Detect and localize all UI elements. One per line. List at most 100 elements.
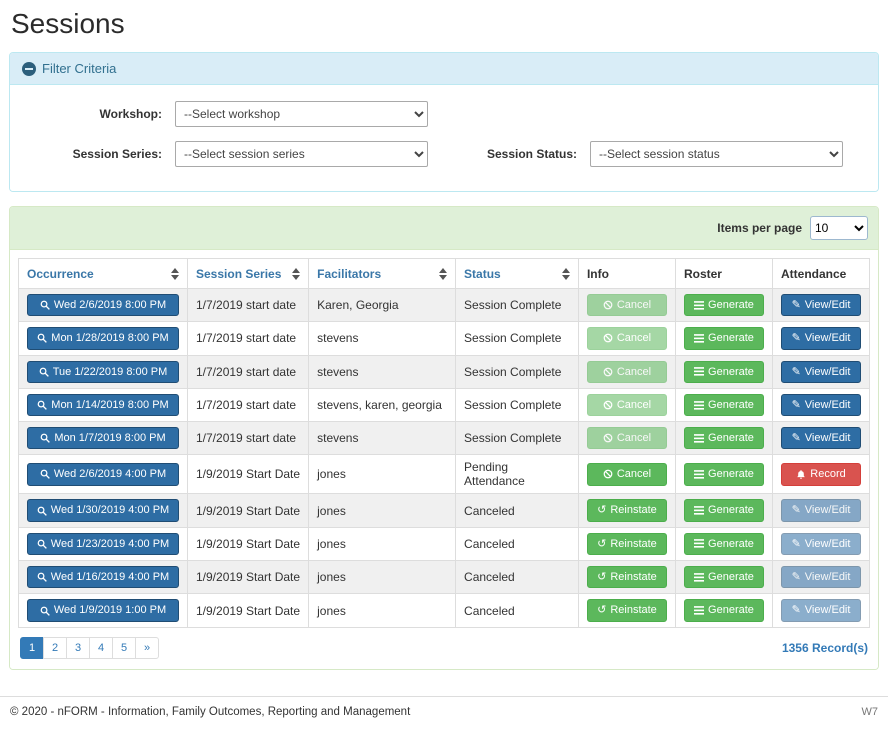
info-button[interactable]: ↺ Cancel [587,394,667,416]
info-button[interactable]: ↺ Cancel [587,361,667,383]
session-status-select[interactable]: --Select session status [590,141,843,167]
info-button[interactable]: ↺ Reinstate [587,533,667,555]
occurrence-button[interactable]: Wed 1/30/2019 4:00 PM [27,499,179,521]
status-cell: Pending Attendance [456,455,579,494]
table-row: Wed 1/9/2019 1:00 PM 1/9/2019 Start Date… [19,594,870,627]
roster-generate-button[interactable]: Generate [684,394,764,416]
occurrence-button[interactable]: Wed 1/16/2019 4:00 PM [27,566,179,588]
info-button[interactable]: ↺ Cancel [587,327,667,349]
occurrence-button[interactable]: Mon 1/14/2019 8:00 PM [27,394,179,416]
page-link-next[interactable]: » [135,637,159,659]
session-series-cell: 1/7/2019 start date [188,289,309,322]
info-label: Reinstate [610,537,656,551]
occurrence-button[interactable]: Wed 2/6/2019 8:00 PM [27,294,179,316]
session-series-cell: 1/9/2019 Start Date [188,494,309,527]
column-header-facilitators[interactable]: Facilitators [309,259,456,289]
roster-generate-button[interactable]: Generate [684,361,764,383]
roster-generate-button[interactable]: Generate [684,294,764,316]
search-icon [37,400,47,410]
page-link-2[interactable]: 2 [43,637,67,659]
occurrence-button[interactable]: Wed 1/9/2019 1:00 PM [27,599,179,621]
column-header-occurrence[interactable]: Occurrence [19,259,188,289]
status-cell: Canceled [456,527,579,560]
site-footer: © 2020 - nFORM - Information, Family Out… [0,696,888,730]
collapse-icon[interactable] [22,62,36,76]
page-link-5[interactable]: 5 [112,637,136,659]
roster-generate-button[interactable]: Generate [684,327,764,349]
ban-icon [603,300,613,310]
column-header-status[interactable]: Status [456,259,579,289]
list-icon [694,539,704,548]
info-label: Cancel [617,298,651,312]
info-button[interactable]: ↺ Reinstate [587,499,667,521]
roster-generate-button[interactable]: Generate [684,427,764,449]
table-footer: 1 2 3 4 5 » 1356 Record(s) [18,637,870,659]
sort-icon[interactable] [562,268,570,280]
attendance-button[interactable]: ✎ View/Edit [781,394,861,416]
page-link-1[interactable]: 1 [20,637,44,659]
roster-generate-button[interactable]: Generate [684,463,764,485]
facilitators-cell: jones [309,594,456,627]
session-series-select[interactable]: --Select session series [175,141,428,167]
workshop-select[interactable]: --Select workshop [175,101,428,127]
items-per-page-select[interactable]: 10 [810,216,868,240]
info-button[interactable]: ↺ Reinstate [587,599,667,621]
status-cell: Session Complete [456,289,579,322]
records-count: 1356 Record(s) [782,641,868,655]
list-icon [694,606,704,615]
attendance-label: View/Edit [805,298,851,312]
roster-label: Generate [708,467,754,481]
items-per-page-label: Items per page [717,221,802,235]
info-button[interactable]: ↺ Cancel [587,294,667,316]
pencil-icon: ✎ [792,570,801,584]
attendance-button[interactable]: ✎ View/Edit [781,361,861,383]
workshop-label: Workshop: [25,107,175,121]
facilitators-cell: jones [309,561,456,594]
page-title: Sessions [11,8,879,40]
search-icon [37,572,47,582]
info-button[interactable]: ↺ Reinstate [587,566,667,588]
pencil-icon: ✎ [792,298,801,312]
status-cell: Session Complete [456,422,579,455]
column-header-info: Info [578,259,675,289]
session-series-cell: 1/9/2019 Start Date [188,561,309,594]
page-link-4[interactable]: 4 [89,637,113,659]
attendance-button[interactable]: ✎ View/Edit [781,566,861,588]
status-cell: Canceled [456,561,579,594]
roster-generate-button[interactable]: Generate [684,533,764,555]
sort-icon[interactable] [292,268,300,280]
column-header-session-series[interactable]: Session Series [188,259,309,289]
attendance-label: View/Edit [805,570,851,584]
facilitators-cell: stevens [309,422,456,455]
table-row: Mon 1/7/2019 8:00 PM 1/7/2019 start date… [19,422,870,455]
attendance-label: View/Edit [805,503,851,517]
list-icon [694,434,704,443]
page-link-3[interactable]: 3 [66,637,90,659]
occurrence-button[interactable]: Mon 1/28/2019 8:00 PM [27,327,179,349]
info-button[interactable]: ↺ Cancel [587,463,667,485]
occurrence-button[interactable]: Wed 1/23/2019 4:00 PM [27,533,179,555]
attendance-button[interactable]: ✎ View/Edit [781,427,861,449]
info-label: Cancel [617,331,651,345]
occurrence-button[interactable]: Wed 2/6/2019 4:00 PM [27,463,179,485]
roster-generate-button[interactable]: Generate [684,599,764,621]
attendance-button[interactable]: ✎ View/Edit [781,533,861,555]
info-button[interactable]: ↺ Cancel [587,427,667,449]
facilitators-cell: jones [309,527,456,560]
sort-icon[interactable] [171,268,179,280]
occurrence-button[interactable]: Tue 1/22/2019 8:00 PM [27,361,179,383]
facilitators-cell: stevens [309,322,456,355]
roster-generate-button[interactable]: Generate [684,566,764,588]
attendance-button[interactable]: ✎ View/Edit [781,294,861,316]
reinstate-icon: ↺ [597,537,606,551]
roster-generate-button[interactable]: Generate [684,499,764,521]
attendance-button[interactable]: ✎ Record [781,463,861,485]
attendance-button[interactable]: ✎ View/Edit [781,599,861,621]
attendance-button[interactable]: ✎ View/Edit [781,327,861,349]
filter-criteria-header[interactable]: Filter Criteria [10,53,878,85]
occurrence-button[interactable]: Mon 1/7/2019 8:00 PM [27,427,179,449]
attendance-button[interactable]: ✎ View/Edit [781,499,861,521]
sessions-table-body: Wed 2/6/2019 8:00 PM 1/7/2019 start date… [19,289,870,628]
reinstate-icon: ↺ [597,570,606,584]
sort-icon[interactable] [439,268,447,280]
